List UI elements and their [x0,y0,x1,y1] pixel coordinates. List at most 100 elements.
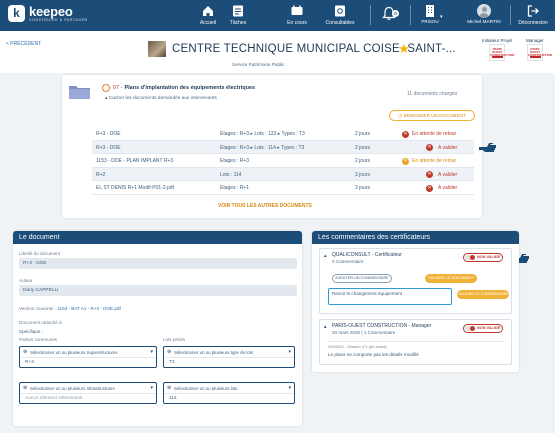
nav-en-cours-label: En cours [287,20,307,26]
validation-toggle[interactable]: NON VALIDÉ [463,324,503,333]
validate-document-button[interactable]: VALIDER LE DOCUMENT [425,274,477,283]
pointing-hand-icon [479,143,496,152]
brand-logo[interactable]: k keepeo CONSTRUIRE & PARTAGER [8,5,88,22]
certifier-name: PARIS-OUEST CONSTRUCTION - Manager [332,323,432,329]
request-document-label: DEMANDER UN DOCUMENT [403,113,466,118]
favorite-star-icon[interactable]: ★ [398,42,410,55]
doc-name: EL ST DENIS R+1 Modif-P01-2.pdf [96,185,174,192]
status-icon: ✕ [402,157,409,165]
doc-meta: Etages : R+1 [220,185,250,192]
initiator-label: Initiateur Projet [482,38,513,43]
nav-en-cours[interactable]: En cours [275,4,319,26]
chevron-down-icon[interactable]: ▾ [440,14,443,20]
status-badge: En attente de retour [412,131,457,137]
attached-caption: Document rattaché à [19,320,62,325]
step-title-text: Plans d'implantation des équipements éle… [124,85,256,91]
comment-count: 0 Commentaire [332,259,364,264]
toggle-switch-icon [465,326,475,331]
superstructures-select-placeholder: Sélectionner un ou plusieurs Superstruct… [20,347,156,357]
logout-icon [527,5,539,17]
status-badge: A valider [438,171,458,178]
project-thumbnail [148,41,166,57]
comment-card-header[interactable]: ▴ QUALICONSULT - Certificateur 0 Comment… [320,249,511,267]
organization-name: PRISOU [421,19,439,24]
validation-toggle[interactable]: NON VALIDÉ [463,253,503,262]
doc-meta: Etages : R+3 ▸ Lots : 114 ▸ Types : T3 [220,144,305,151]
nav-divider [410,5,411,25]
consultables-icon [335,5,345,17]
status-badge: A valider [438,185,458,192]
comment-text: Le plans ne comporte pas les détails mod… [328,352,419,357]
superstructures-select-value: R+3 [20,357,156,367]
organization-selector[interactable]: PRISOU [418,4,442,24]
documents-count: 11 documents chargés [407,91,458,97]
lots-select-placeholder: Sélectionner un ou plusieurs lots [164,383,294,393]
comment-input[interactable]: Revoir le changement équipement [328,288,452,305]
doc-duration: 3 jours [355,171,371,178]
lot-types-select-placeholder: Sélectionner un ou plusieurs type de lot… [164,347,294,357]
document-label-field[interactable]: R+3 - DOE [19,258,297,269]
logout-label: Déconnexion [518,20,548,26]
lot-types-select[interactable]: Sélectionner un ou plusieurs type de lot… [163,346,295,368]
current-version-link[interactable]: 1153 - BAT A1 - R+3 - DOE.pdf [57,306,120,311]
manager-company-logo: PARIS OUEST CONSTRUCTION [526,44,552,61]
nav-taches[interactable]: Tâches [216,4,260,26]
table-row[interactable]: R+3 - DOE Etages : R+3 ▸ Lots : 114 ▸ Ty… [92,140,474,155]
private-lots-caption: Lots privés [163,337,186,342]
current-version-caption: Version courante : [19,306,57,311]
initiator-company-logo: PARIS OUEST CONSTRUCTION [489,44,514,61]
see-all-documents-link[interactable]: VOIR TOUS LES AUTRES DOCUMENTS [218,203,312,209]
brand-tagline: CONSTRUIRE & PARTAGER [29,18,88,22]
divider [328,341,505,342]
current-version: Version courante : 1153 - BAT A1 - R+3 -… [19,306,121,311]
table-row[interactable]: 1153 - DOE - PLAN IMPLANT R+3 Etages : R… [92,154,474,168]
tasks-icon [233,5,243,17]
comment-card-paris-ouest: ▴ PARIS-OUEST CONSTRUCTION - Manager 20 … [319,319,512,365]
home-icon [203,6,213,16]
nav-consultables-label: Consultables [325,20,355,26]
logo-mark-icon: k [8,5,25,22]
table-row[interactable]: EL ST DENIS R+1 Modif-P01-2.pdf Etages :… [92,181,474,195]
initiator-role: Initiateur Projet PARIS OUEST CONSTRUCTI… [482,38,514,61]
validation-status-label: NON VALIDÉ [477,326,501,330]
lots-select[interactable]: Sélectionner un ou plusieurs lots 114 [163,382,295,404]
certifier-comments-panel: Les commentaires des certificateurs ▴ QU… [312,231,519,372]
hide-requested-docs-toggle[interactable]: ▴ Cacher les documents demandés aux inte… [105,96,217,101]
table-row[interactable]: R+2 Lots : 114 3 jours ✕ A valider [92,167,474,182]
comment-card-qualiconsult: ▴ QUALICONSULT - Certificateur 0 Comment… [319,248,512,314]
validation-status-label: NON VALIDÉ [477,255,501,259]
infrastructures-select[interactable]: Sélectionner un ou plusieurs Infrastruct… [19,382,157,404]
comments-panel-title: Les commentaires des certificateurs [312,231,519,244]
add-comment-button[interactable]: AJOUTER UN COMMENTAIRE [332,274,392,283]
in-progress-icon [291,5,303,15]
back-link[interactable]: < PRÉCÉDENT [6,41,41,47]
validate-comment-button[interactable]: VALIDER LE COMMENTAIRE [457,290,509,299]
nav-consultables[interactable]: Consultables [318,4,362,26]
chevron-up-icon[interactable]: ▴ [324,253,327,259]
comment-card-header[interactable]: ▴ PARIS-OUEST CONSTRUCTION - Manager 20 … [320,320,511,338]
logout-button[interactable]: Déconnexion [511,4,555,26]
doc-meta: Etages : R+3 ▸ Lots : 123 ▸ Types : T3 [220,131,305,137]
superstructures-select[interactable]: Sélectionner un ou plusieurs Superstruct… [19,346,157,368]
clock-icon [102,84,110,92]
toggle-switch-icon [465,255,475,260]
step-documents-card: 07 - Plans d'implantation des équipements… [62,75,482,218]
chevron-up-icon[interactable]: ▴ [324,324,327,330]
top-navigation-bar: k keepeo CONSTRUIRE & PARTAGER Accueil T… [0,0,555,31]
documents-table: R+3 - DOE Etages : R+3 ▸ Lots : 123 ▸ Ty… [92,127,474,195]
infrastructures-select-placeholder: Sélectionner un ou plusieurs Infrastruct… [20,383,156,393]
avatar [477,4,491,18]
common-parts-caption: Parties communes [19,337,58,342]
table-row[interactable]: R+3 - DOE Etages : R+3 ▸ Lots : 123 ▸ Ty… [92,127,474,141]
brand-name: keepeo [29,4,73,19]
lot-types-select-value: T3 [164,357,294,367]
document-panel: Le document Libellé du document R+3 - DO… [13,231,302,426]
nav-divider [370,5,371,25]
user-menu[interactable]: Michel MARTIN [462,4,506,25]
document-label-caption: Libellé du document [19,251,61,256]
request-document-button[interactable]: ◷ DEMANDER UN DOCUMENT [389,110,475,121]
notification-count-badge: 0 [392,10,399,17]
user-name: Michel MARTIN [467,20,501,25]
comment-date-count: 20 mars 2020 | 1 Commentaire [332,330,396,335]
status-icon: ✕ [426,184,433,192]
